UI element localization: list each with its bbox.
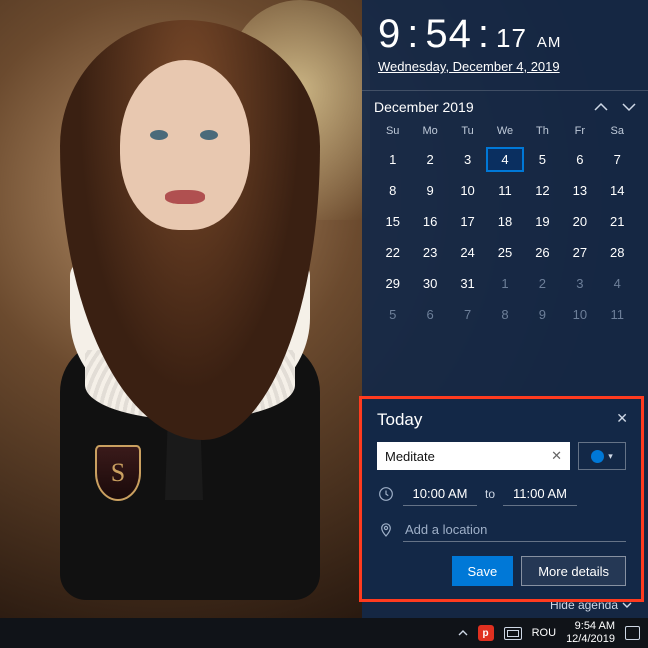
calendar-day[interactable]: 7: [599, 147, 636, 172]
chevron-down-icon: [622, 601, 632, 609]
action-center-icon[interactable]: [625, 626, 640, 640]
tray-overflow-icon[interactable]: [458, 629, 468, 637]
calendar-day[interactable]: 5: [374, 302, 411, 327]
calendar-day[interactable]: 6: [561, 147, 598, 172]
calendar-day[interactable]: 30: [411, 271, 448, 296]
clock-ampm: AM: [537, 34, 562, 51]
calendar-day[interactable]: 1: [374, 147, 411, 172]
quick-event-heading: Today: [377, 410, 626, 430]
touch-keyboard-icon[interactable]: [504, 627, 522, 640]
taskbar-date: 12/4/2019: [566, 633, 615, 646]
calendar-month-label[interactable]: December 2019: [374, 99, 474, 115]
calendar-day[interactable]: 12: [524, 178, 561, 203]
event-name-input[interactable]: Meditate ✕: [377, 442, 570, 470]
clock-time: 9:54:17 AM: [378, 12, 632, 57]
calendar-day[interactable]: 25: [486, 240, 523, 265]
calendar-day[interactable]: 8: [374, 178, 411, 203]
calendar-day[interactable]: 13: [561, 178, 598, 203]
calendar-color-picker[interactable]: ▾: [578, 442, 626, 470]
calendar-day[interactable]: 17: [449, 209, 486, 234]
calendar-dow: Mo: [411, 121, 448, 141]
calendar-day[interactable]: 26: [524, 240, 561, 265]
annotation-highlight: Today ✕ Meditate ✕ ▾ 10:00 AM to 11:00 A…: [359, 396, 644, 602]
calendar-day[interactable]: 23: [411, 240, 448, 265]
calendar: December 2019 SuMoTuWeThFrSa123456789101…: [362, 91, 648, 331]
event-name-value: Meditate: [385, 449, 435, 464]
color-dot-icon: [591, 450, 604, 463]
calendar-day[interactable]: 28: [599, 240, 636, 265]
system-tray: p ROU 9:54 AM 12/4/2019: [458, 618, 648, 648]
time-to-label: to: [485, 487, 495, 501]
clock-date-link[interactable]: Wednesday, December 4, 2019: [378, 59, 632, 74]
location-input[interactable]: Add a location: [403, 518, 626, 542]
chevron-down-icon: ▾: [608, 451, 613, 462]
calendar-day[interactable]: 31: [449, 271, 486, 296]
calendar-day[interactable]: 4: [599, 271, 636, 296]
calendar-day[interactable]: 1: [486, 271, 523, 296]
calendar-day[interactable]: 24: [449, 240, 486, 265]
calendar-day[interactable]: 9: [524, 302, 561, 327]
calendar-day[interactable]: 20: [561, 209, 598, 234]
calendar-day[interactable]: 9: [411, 178, 448, 203]
calendar-day[interactable]: 8: [486, 302, 523, 327]
location-icon: [377, 522, 395, 538]
calendar-dow: Su: [374, 121, 411, 141]
calendar-dow: Tu: [449, 121, 486, 141]
calendar-dow: Fr: [561, 121, 598, 141]
clock-icon: [377, 486, 395, 502]
taskbar-clock[interactable]: 9:54 AM 12/4/2019: [566, 620, 615, 645]
calendar-dow: We: [486, 121, 523, 141]
quick-event-panel: Today ✕ Meditate ✕ ▾ 10:00 AM to 11:00 A…: [363, 400, 640, 598]
taskbar: p ROU 9:54 AM 12/4/2019: [0, 618, 648, 648]
calendar-day[interactable]: 18: [486, 209, 523, 234]
calendar-day[interactable]: 22: [374, 240, 411, 265]
more-details-button[interactable]: More details: [521, 556, 626, 586]
calendar-day[interactable]: 11: [486, 178, 523, 203]
clock-hours: 9: [378, 12, 401, 57]
calendar-day[interactable]: 16: [411, 209, 448, 234]
calendar-day[interactable]: 27: [561, 240, 598, 265]
calendar-day[interactable]: 2: [411, 147, 448, 172]
close-icon[interactable]: ✕: [616, 410, 628, 427]
clock-minutes: 54: [425, 12, 472, 57]
clock-seconds: 17: [496, 23, 527, 54]
calendar-dow: Th: [524, 121, 561, 141]
calendar-dow: Sa: [599, 121, 636, 141]
taskbar-time: 9:54 AM: [575, 620, 615, 633]
end-time-input[interactable]: 11:00 AM: [503, 482, 577, 506]
save-button[interactable]: Save: [452, 556, 514, 586]
calendar-next-icon[interactable]: [622, 102, 636, 112]
calendar-prev-icon[interactable]: [594, 102, 608, 112]
input-language-indicator[interactable]: ROU: [532, 627, 556, 639]
calendar-day[interactable]: 10: [561, 302, 598, 327]
calendar-day[interactable]: 29: [374, 271, 411, 296]
clear-input-icon[interactable]: ✕: [551, 448, 562, 464]
start-time-input[interactable]: 10:00 AM: [403, 482, 477, 506]
calendar-day[interactable]: 11: [599, 302, 636, 327]
calendar-day[interactable]: 7: [449, 302, 486, 327]
tray-app-icon[interactable]: p: [478, 625, 494, 641]
calendar-day[interactable]: 3: [449, 147, 486, 172]
calendar-day[interactable]: 2: [524, 271, 561, 296]
calendar-day[interactable]: 3: [561, 271, 598, 296]
calendar-day[interactable]: 21: [599, 209, 636, 234]
calendar-day[interactable]: 6: [411, 302, 448, 327]
calendar-day[interactable]: 15: [374, 209, 411, 234]
calendar-day-today[interactable]: 4: [486, 147, 523, 172]
calendar-day[interactable]: 10: [449, 178, 486, 203]
calendar-day[interactable]: 19: [524, 209, 561, 234]
calendar-day[interactable]: 5: [524, 147, 561, 172]
calendar-day[interactable]: 14: [599, 178, 636, 203]
